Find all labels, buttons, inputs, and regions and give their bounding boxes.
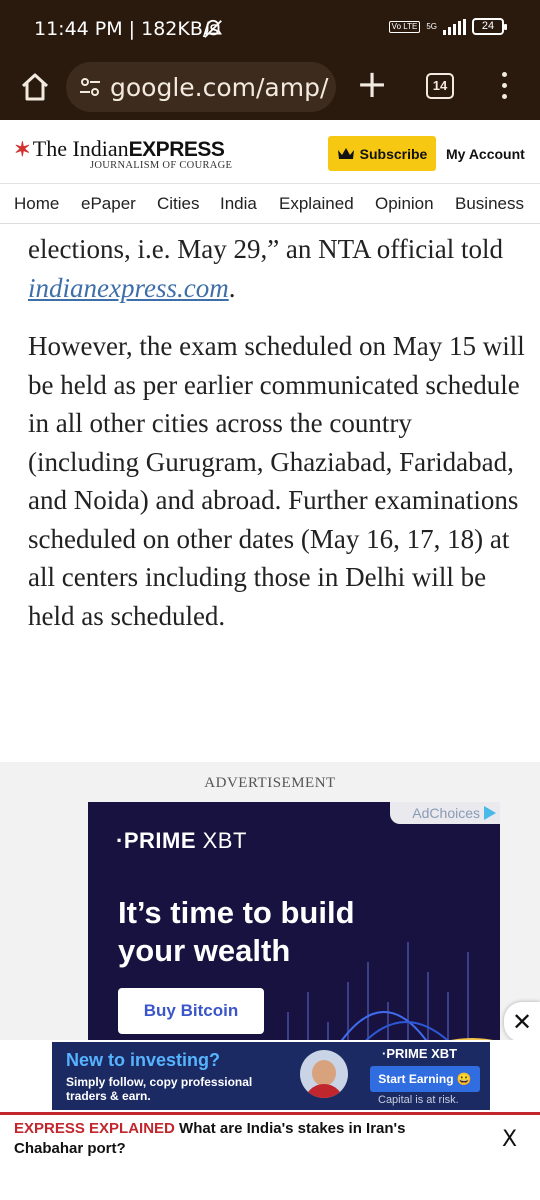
url-bar[interactable]: google.com/amp/ [66, 62, 336, 112]
nav-item-cities[interactable]: Cities [157, 194, 200, 214]
nav-item-epaper[interactable]: ePaper [81, 194, 136, 214]
crown-icon [337, 147, 354, 159]
adchoices-button[interactable]: AdChoices [390, 802, 500, 824]
nav-item-business[interactable]: Business [455, 194, 524, 214]
anchor-ad-title: New to investing? [66, 1050, 221, 1070]
site-header: ✶The IndianEXPRESS JOURNALISM OF COURAGE… [0, 120, 540, 184]
url-text: google.com/amp/ [110, 73, 329, 102]
start-earning-button[interactable]: Start Earning 😀 [370, 1066, 480, 1092]
logo-the-indian: The Indian [32, 136, 129, 161]
nav-item-india[interactable]: India [220, 194, 257, 214]
nav-item-explained[interactable]: Explained [279, 194, 354, 214]
paragraph-text-end: . [228, 272, 236, 303]
article-body: elections, i.e. May 29,” an NTA official… [28, 224, 528, 635]
ad-brand: ·PRIME XBT [116, 828, 247, 854]
site-logo[interactable]: ✶The IndianEXPRESS JOURNALISM OF COURAGE [14, 136, 232, 171]
close-ad-button[interactable]: ✕ [504, 1002, 540, 1042]
volte-badge: Vo LTE [388, 20, 421, 33]
ad-label: ADVERTISEMENT [204, 775, 336, 791]
signal-icon [443, 18, 466, 35]
explained-tag: EXPRESS EXPLAINED [14, 1120, 175, 1137]
article-paragraph-2: However, the exam scheduled on May 15 wi… [28, 331, 525, 631]
status-time: 11:44 PM | 182KB/s [34, 18, 220, 40]
paragraph-text: elections, i.e. May 29,” an NTA official… [28, 234, 503, 264]
anchor-ad-banner[interactable]: New to investing? Simply follow, copy pr… [52, 1042, 490, 1110]
my-account-link[interactable]: My Account [446, 146, 525, 162]
plus-icon[interactable]: + [356, 65, 388, 103]
article-paragraph: elections, i.e. May 29,” an NTA official… [28, 230, 528, 307]
network-type: 5G [426, 21, 437, 31]
logo-express: EXPRESS [128, 138, 225, 161]
tune-icon[interactable] [80, 78, 100, 96]
indianexpress-link[interactable]: indianexpress.com [28, 273, 229, 303]
section-nav: Home ePaper Cities India Explained Opini… [0, 184, 540, 224]
logo-mark-icon: ✶ [14, 139, 31, 161]
browser-toolbar: google.com/amp/ + 14 [0, 58, 540, 120]
nav-item-home[interactable]: Home [14, 194, 59, 214]
anchor-ad-brand: ·PRIME XBT [382, 1046, 458, 1061]
status-bar: 11:44 PM | 182KB/s Vo LTE 5G 24 [0, 0, 540, 58]
adchoices-icon [484, 806, 496, 820]
menu-icon[interactable] [494, 71, 514, 101]
tabs-icon[interactable]: 14 [426, 73, 454, 99]
status-icons: Vo LTE 5G 24 [388, 18, 507, 35]
home-icon[interactable] [18, 70, 52, 104]
logo-tagline: JOURNALISM OF COURAGE [90, 160, 233, 171]
avatar [300, 1050, 348, 1098]
express-explained-bar[interactable]: EXPRESS EXPLAINED What are India's stake… [0, 1112, 540, 1168]
adchoices-label: AdChoices [412, 805, 480, 821]
subscribe-label: Subscribe [359, 145, 428, 162]
subscribe-button[interactable]: Subscribe [328, 136, 436, 171]
nav-item-opinion[interactable]: Opinion [375, 194, 434, 214]
buy-bitcoin-button[interactable]: Buy Bitcoin [118, 988, 264, 1034]
system-nav-area [0, 1168, 540, 1200]
anchor-ad-subtitle: Simply follow, copy professional traders… [66, 1075, 253, 1103]
close-explained-button[interactable]: X [502, 1127, 517, 1152]
battery-icon: 24 [472, 18, 507, 35]
ad-brand-xbt: XBT [202, 828, 247, 853]
anchor-ad: New to investing? Simply follow, copy pr… [0, 1040, 540, 1112]
explained-headline[interactable]: EXPRESS EXPLAINED What are India's stake… [14, 1119, 454, 1159]
mute-icon [203, 19, 223, 38]
anchor-ad-risk: Capital is at risk. [378, 1094, 459, 1106]
ad-banner[interactable]: AdChoices ·PRIME XBT It’s time to build … [88, 802, 500, 1062]
ad-brand-prime: ·PRIME [116, 828, 196, 853]
